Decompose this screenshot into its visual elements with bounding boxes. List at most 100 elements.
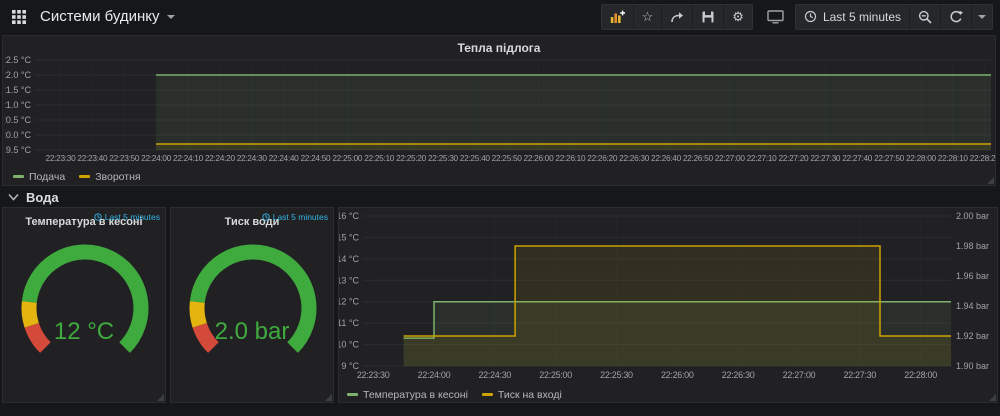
x-axis-tick-label: 22:26:30 bbox=[722, 370, 755, 380]
legend-item[interactable]: Зворотня bbox=[79, 170, 141, 183]
x-axis-tick-label: 22:25:30 bbox=[428, 153, 459, 163]
grid-menu-glyph bbox=[12, 9, 26, 24]
clock-icon bbox=[94, 213, 102, 221]
series-area bbox=[156, 75, 992, 150]
legend-item[interactable]: Тиск на вході bbox=[481, 388, 562, 401]
grid-menu-icon[interactable] bbox=[7, 5, 31, 29]
pressure-gauge bbox=[189, 244, 317, 353]
x-axis-tick-label: 22:26:30 bbox=[619, 153, 650, 163]
dashboard-title-dropdown[interactable]: Системи будинку bbox=[40, 8, 175, 25]
share-icon bbox=[671, 11, 684, 22]
legend-series-icon bbox=[79, 175, 91, 178]
panel-warm-floor: Тепла підлога 22:23:30 22:23:40 22:23:50 22… bbox=[2, 35, 996, 186]
x-axis-tick-label: 22:27:30 bbox=[810, 153, 841, 163]
x-axis-tick-label: 22:24:20 bbox=[205, 153, 236, 163]
temperature-gauge bbox=[21, 244, 149, 353]
x-axis-tick-label: 22:26:00 bbox=[524, 153, 555, 163]
x-axis-tick-label: 22:25:00 bbox=[539, 370, 572, 380]
y-axis-left-tick-label: 22.5 °C bbox=[5, 55, 31, 65]
panel-time-override: Last 5 minutes bbox=[94, 212, 160, 222]
row-water[interactable]: Вода bbox=[8, 189, 59, 205]
panel-water-chart: 22:23:30 22:24:00 22:24:30 22:25:00 22:25:30… bbox=[338, 207, 998, 403]
x-axis-tick-label: 22:27:20 bbox=[778, 153, 809, 163]
y-axis-left-tick-label: 21.0 °C bbox=[5, 100, 31, 110]
time-picker-button[interactable]: Last 5 minutes bbox=[796, 5, 909, 29]
x-axis-tick-label: 22:26:10 bbox=[555, 153, 586, 163]
legend-series-icon bbox=[481, 393, 493, 396]
tv-mode-button[interactable] bbox=[765, 9, 786, 24]
add-panel-button[interactable] bbox=[602, 5, 633, 29]
x-axis-tick-label: 22:25:50 bbox=[492, 153, 523, 163]
x-axis-tick-label: 22:26:50 bbox=[683, 153, 714, 163]
x-axis-tick-label: 22:27:10 bbox=[747, 153, 778, 163]
water-chart-legend: Температура в кесоні Тиск на вході bbox=[347, 387, 562, 402]
legend-series-label: Тиск на вході bbox=[497, 388, 562, 401]
x-axis-tick-label: 22:23:40 bbox=[77, 153, 108, 163]
chevron-down-icon bbox=[8, 193, 19, 201]
refresh-icon bbox=[950, 10, 963, 22]
time-range-label: Last 5 minutes bbox=[822, 9, 901, 24]
x-axis-tick-label: 22:24:30 bbox=[478, 370, 511, 380]
panel-time-override: Last 5 minutes bbox=[262, 212, 328, 222]
panel-title-warm-floor[interactable]: Тепла підлога bbox=[3, 36, 995, 55]
x-axis-tick-label: 22:23:30 bbox=[357, 370, 390, 380]
zoom-out-icon bbox=[918, 10, 932, 24]
warm-floor-chart[interactable]: 22:23:30 22:23:40 22:23:50 22:24:00 22:24:10… bbox=[5, 54, 995, 166]
row-title: Вода bbox=[26, 189, 59, 205]
y-axis-left-tick-label: 21.5 °C bbox=[5, 85, 31, 95]
y-axis-left-tick-label: 13 °C bbox=[339, 275, 359, 285]
y-axis-left-tick-label: 14 °C bbox=[339, 254, 359, 264]
gear-icon: ⚙ bbox=[732, 9, 744, 24]
y-axis-left-tick-label: 9 °C bbox=[341, 361, 359, 371]
y-axis-right-tick-label: 1.92 bar bbox=[956, 331, 989, 341]
zoom-out-button[interactable] bbox=[909, 4, 940, 29]
x-axis-tick-label: 22:25:40 bbox=[460, 153, 491, 163]
x-axis-tick-label: 22:26:00 bbox=[661, 370, 694, 380]
y-axis-right-tick-label: 1.98 bar bbox=[956, 241, 989, 251]
series-area bbox=[156, 144, 992, 150]
pressure-gauge-value: 2.0 bar bbox=[214, 318, 290, 345]
dashboard-title: Системи будинку bbox=[40, 8, 160, 25]
water-chart[interactable]: 22:23:30 22:24:00 22:24:30 22:25:00 22:25:30… bbox=[339, 208, 998, 386]
y-axis-left-tick-label: 19.5 °C bbox=[5, 145, 31, 155]
legend-item[interactable]: Подача bbox=[13, 171, 65, 183]
time-controls-group: Last 5 minutes bbox=[794, 3, 993, 30]
y-axis-right-tick-label: 1.90 bar bbox=[956, 361, 989, 371]
legend-series-label: Зворотня bbox=[95, 170, 141, 183]
legend-series-label: Температура в кесоні bbox=[363, 388, 468, 401]
x-axis-tick-label: 22:24:30 bbox=[237, 153, 268, 163]
refresh-interval-dropdown[interactable] bbox=[971, 4, 992, 29]
legend-item[interactable]: Температура в кесоні bbox=[347, 389, 468, 401]
panel-caisson-temperature: Last 5 minutes Температура в кесоні 12 °… bbox=[2, 207, 166, 403]
star-button[interactable]: ☆ bbox=[632, 4, 662, 29]
refresh-button[interactable] bbox=[940, 4, 971, 29]
chevron-down-icon bbox=[166, 14, 175, 19]
share-button[interactable] bbox=[661, 4, 692, 29]
x-axis-tick-label: 22:27:50 bbox=[874, 153, 905, 163]
y-axis-left-tick-label: 12 °C bbox=[339, 297, 359, 307]
y-axis-right-tick-label: 1.94 bar bbox=[956, 301, 989, 311]
x-axis-tick-label: 22:23:50 bbox=[109, 153, 140, 163]
x-axis-tick-label: 22:24:00 bbox=[141, 153, 172, 163]
star-icon: ☆ bbox=[641, 9, 654, 24]
clock-icon bbox=[262, 213, 270, 221]
save-button[interactable] bbox=[692, 4, 723, 29]
y-axis-left-tick-label: 11 °C bbox=[339, 318, 359, 328]
y-axis-right-tick-label: 1.96 bar bbox=[956, 271, 989, 281]
panel-time-override-label: Last 5 minutes bbox=[104, 212, 160, 222]
x-axis-tick-label: 22:26:20 bbox=[587, 153, 618, 163]
x-axis-tick-label: 22:24:10 bbox=[173, 153, 204, 163]
navbar-right: ☆ ⚙ Last 5 minutes bbox=[592, 3, 993, 30]
x-axis-tick-label: 22:25:30 bbox=[600, 370, 633, 380]
x-axis-tick-label: 22:28:00 bbox=[906, 153, 937, 163]
y-axis-right-tick-label: 2.00 bar bbox=[956, 211, 989, 221]
y-axis-left-tick-label: 16 °C bbox=[339, 211, 359, 221]
x-axis-tick-label: 22:27:40 bbox=[842, 153, 873, 163]
add-panel-icon bbox=[610, 10, 625, 23]
legend-series-label: Подача bbox=[29, 170, 66, 183]
x-axis-tick-label: 22:26:40 bbox=[651, 153, 682, 163]
legend-series-icon bbox=[347, 393, 358, 396]
settings-button[interactable]: ⚙ bbox=[723, 4, 752, 29]
x-axis-tick-label: 22:27:00 bbox=[783, 370, 816, 380]
x-axis-tick-label: 22:23:30 bbox=[46, 153, 77, 163]
